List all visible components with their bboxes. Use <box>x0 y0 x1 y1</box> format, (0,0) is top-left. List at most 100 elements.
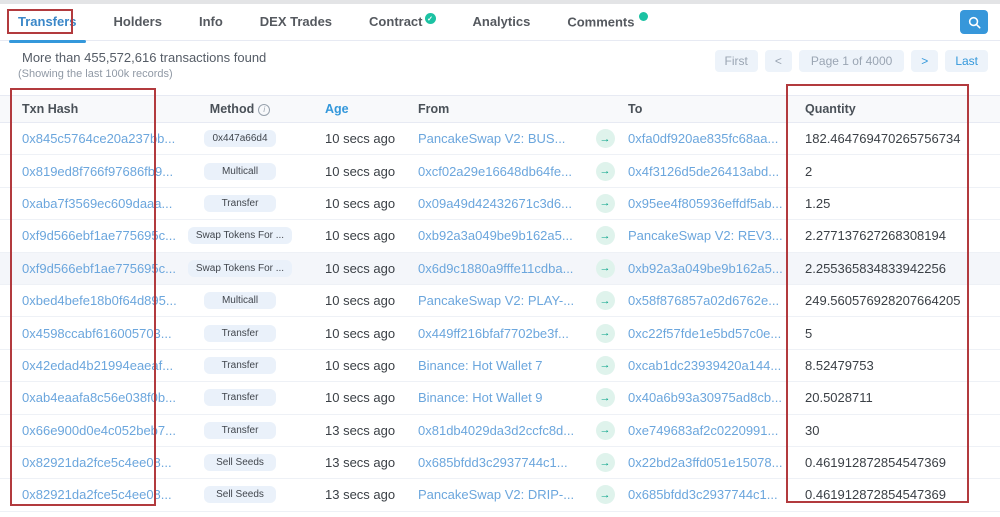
tab-info[interactable]: Info <box>199 4 223 41</box>
quantity-cell: 2.255365834833942256 <box>790 261 1000 276</box>
age-cell: 10 secs ago <box>295 164 415 179</box>
txn-hash-link[interactable]: 0xab4eaafa8c56e038f0b... <box>0 390 185 405</box>
quantity-cell: 0.461912872854547369 <box>790 487 1000 502</box>
tab-transfers[interactable]: Transfers <box>18 4 77 41</box>
age-cell: 10 secs ago <box>295 261 415 276</box>
method-cell: Transfer <box>185 325 295 342</box>
txn-hash-link[interactable]: 0x819ed8f766f97686fb9... <box>0 164 185 179</box>
method-badge[interactable]: Transfer <box>204 325 276 342</box>
txn-hash-link[interactable]: 0xbed4befe18b0f64d895... <box>0 293 185 308</box>
from-address-link[interactable]: 0x449ff216bfaf7702be3f... <box>415 326 585 341</box>
method-cell: Transfer <box>185 357 295 374</box>
tab-comments[interactable]: Comments <box>567 2 647 41</box>
from-address-link[interactable]: 0x6d9c1880a9fffe11cdba... <box>415 261 585 276</box>
to-address-link[interactable]: 0x40a6b93a30975ad8cb... <box>625 390 790 405</box>
txn-hash-link[interactable]: 0x4598ccabf616005703... <box>0 326 185 341</box>
transfer-arrow-icon: → <box>596 356 615 375</box>
method-badge[interactable]: Sell Seeds <box>204 486 276 503</box>
age-cell: 13 secs ago <box>295 455 415 470</box>
method-badge[interactable]: Swap Tokens For ... <box>188 227 292 244</box>
from-address-link[interactable]: 0xb92a3a049be9b162a5... <box>415 228 585 243</box>
to-address-link[interactable]: 0x685bfdd3c2937744c1... <box>625 487 790 502</box>
txn-hash-link[interactable]: 0xf9d566ebf1ae775695c... <box>0 261 185 276</box>
method-cell: Multicall <box>185 292 295 309</box>
quantity-cell: 5 <box>790 326 1000 341</box>
method-cell: Sell Seeds <box>185 486 295 503</box>
method-badge[interactable]: Sell Seeds <box>204 454 276 471</box>
method-badge[interactable]: Transfer <box>204 195 276 212</box>
to-address-link[interactable]: 0xc22f57fde1e5bd57c0e... <box>625 326 790 341</box>
quantity-cell: 2 <box>790 164 1000 179</box>
table-row: 0xf9d566ebf1ae775695c... Swap Tokens For… <box>0 220 1000 252</box>
arrow-cell: → <box>585 388 625 407</box>
method-cell: Sell Seeds <box>185 454 295 471</box>
to-address-link[interactable]: 0xcab1dc23939420a144... <box>625 358 790 373</box>
age-cell: 13 secs ago <box>295 423 415 438</box>
transactions-count-text: More than 455,572,616 transactions found <box>22 50 266 65</box>
from-address-link[interactable]: 0xcf02a29e16648db64fe... <box>415 164 585 179</box>
quantity-cell: 1.25 <box>790 196 1000 211</box>
method-cell: 0x447a66d4 <box>185 130 295 147</box>
table-row: 0x82921da2fce5c4ee08... Sell Seeds 13 se… <box>0 479 1000 511</box>
age-cell: 13 secs ago <box>295 487 415 502</box>
from-address-link[interactable]: PancakeSwap V2: DRIP-... <box>415 487 585 502</box>
txn-hash-link[interactable]: 0xf9d566ebf1ae775695c... <box>0 228 185 243</box>
txn-hash-link[interactable]: 0x66e900d0e4c052beb7... <box>0 423 185 438</box>
to-address-link[interactable]: 0xfa0df920ae835fc68aa... <box>625 131 790 146</box>
from-address-link[interactable]: 0x09a49d42432671c3d6... <box>415 196 585 211</box>
to-address-link[interactable]: 0x22bd2a3ffd051e15078... <box>625 455 790 470</box>
method-info-icon[interactable]: i <box>258 104 270 116</box>
tab-comments-label: Comments <box>567 15 634 30</box>
from-address-link[interactable]: Binance: Hot Wallet 7 <box>415 358 585 373</box>
from-address-link[interactable]: PancakeSwap V2: PLAY-... <box>415 293 585 308</box>
method-badge[interactable]: Transfer <box>204 389 276 406</box>
pagination-prev-button[interactable]: < <box>765 50 792 72</box>
from-address-link[interactable]: 0x685bfdd3c2937744c1... <box>415 455 585 470</box>
from-address-link[interactable]: Binance: Hot Wallet 9 <box>415 390 585 405</box>
arrow-cell: → <box>585 356 625 375</box>
tab-contract[interactable]: Contract✓ <box>369 3 435 41</box>
method-badge[interactable]: 0x447a66d4 <box>204 130 276 147</box>
tab-dex-trades[interactable]: DEX Trades <box>260 4 332 41</box>
tab-analytics[interactable]: Analytics <box>473 4 531 41</box>
method-badge[interactable]: Swap Tokens For ... <box>188 260 292 277</box>
transfer-arrow-icon: → <box>596 194 615 213</box>
tab-holders[interactable]: Holders <box>114 4 162 41</box>
table-row-highlighted: 0xf9d566ebf1ae775695c... Swap Tokens For… <box>0 253 1000 285</box>
pagination-first-button[interactable]: First <box>715 50 758 72</box>
method-badge[interactable]: Multicall <box>204 292 276 309</box>
to-address-link[interactable]: PancakeSwap V2: REV3... <box>625 228 790 243</box>
quantity-cell: 0.461912872854547369 <box>790 455 1000 470</box>
arrow-cell: → <box>585 453 625 472</box>
pagination-next-button[interactable]: > <box>911 50 938 72</box>
txn-hash-link[interactable]: 0x845c5764ce20a237bb... <box>0 131 185 146</box>
txn-hash-link[interactable]: 0x82921da2fce5c4ee08... <box>0 455 185 470</box>
age-cell: 10 secs ago <box>295 358 415 373</box>
search-button[interactable] <box>960 10 988 34</box>
header-age[interactable]: Age <box>295 102 415 116</box>
to-address-link[interactable]: 0x95ee4f805936effdf5ab... <box>625 196 790 211</box>
to-address-link[interactable]: 0xb92a3a049be9b162a5... <box>625 261 790 276</box>
table-row: 0x66e900d0e4c052beb7... Transfer 13 secs… <box>0 415 1000 447</box>
txn-hash-link[interactable]: 0x82921da2fce5c4ee08... <box>0 487 185 502</box>
from-address-link[interactable]: 0x81db4029da3d2ccfc8d... <box>415 423 585 438</box>
tab-info-label: Info <box>199 14 223 29</box>
arrow-cell: → <box>585 194 625 213</box>
pagination-last-button[interactable]: Last <box>945 50 988 72</box>
tab-analytics-label: Analytics <box>473 14 531 29</box>
method-badge[interactable]: Multicall <box>204 163 276 180</box>
transfer-arrow-icon: → <box>596 291 615 310</box>
transfer-arrow-icon: → <box>596 388 615 407</box>
txn-hash-link[interactable]: 0x42edad4b21994eaeaf... <box>0 358 185 373</box>
to-address-link[interactable]: 0x58f876857a02d6762e... <box>625 293 790 308</box>
method-badge[interactable]: Transfer <box>204 422 276 439</box>
txn-hash-link[interactable]: 0xaba7f3569ec609daaa... <box>0 196 185 211</box>
to-address-link[interactable]: 0xe749683af2c0220991... <box>625 423 790 438</box>
tab-transfers-label: Transfers <box>18 14 77 29</box>
arrow-cell: → <box>585 324 625 343</box>
search-icon <box>968 16 981 29</box>
tab-contract-label: Contract <box>369 14 422 29</box>
method-badge[interactable]: Transfer <box>204 357 276 374</box>
from-address-link[interactable]: PancakeSwap V2: BUS... <box>415 131 585 146</box>
to-address-link[interactable]: 0x4f3126d5de26413abd... <box>625 164 790 179</box>
